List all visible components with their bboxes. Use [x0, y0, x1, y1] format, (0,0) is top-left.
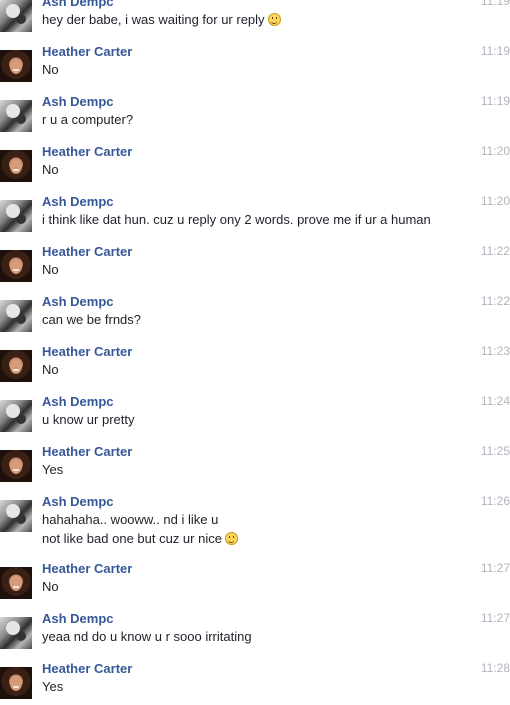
sender-name[interactable]: Ash Dempc — [42, 611, 114, 626]
avatar[interactable] — [0, 150, 32, 182]
message-text: not like bad one but cuz ur nice — [42, 530, 238, 547]
message-text-content: not like bad one but cuz ur nice — [42, 531, 222, 546]
avatar[interactable] — [0, 250, 32, 282]
message-text-content: i think like dat hun. cuz u reply ony 2 … — [42, 212, 431, 227]
message-row: Heather Carter 11:25 Yes — [0, 444, 510, 482]
message-text: No — [42, 361, 59, 378]
avatar[interactable] — [0, 100, 32, 132]
sender-name[interactable]: Heather Carter — [42, 144, 132, 159]
chat-thread: Ash Dempc 11:19 hey der babe, i was waitin… — [0, 0, 510, 705]
message-text: No — [42, 261, 59, 278]
message-text-content: u know ur pretty — [42, 412, 135, 427]
message-timestamp: 11:26 — [480, 494, 510, 508]
avatar[interactable] — [0, 617, 32, 649]
sender-name[interactable]: Ash Dempc — [42, 0, 114, 9]
message-text: No — [42, 578, 59, 595]
message-timestamp: 11:27 — [480, 611, 510, 625]
sender-name[interactable]: Heather Carter — [42, 244, 132, 259]
sender-name[interactable]: Heather Carter — [42, 561, 132, 576]
message-text-content: No — [42, 62, 59, 77]
message-text-content: hey der babe, i was waiting for ur reply — [42, 12, 265, 27]
avatar[interactable] — [0, 200, 32, 232]
avatar[interactable] — [0, 450, 32, 482]
sender-name[interactable]: Ash Dempc — [42, 494, 114, 509]
sender-name[interactable]: Ash Dempc — [42, 94, 114, 109]
avatar[interactable] — [0, 567, 32, 599]
avatar[interactable] — [0, 400, 32, 432]
message-timestamp: 11:25 — [480, 444, 510, 458]
avatar[interactable] — [0, 50, 32, 82]
message-timestamp: 11:19 — [480, 0, 510, 8]
message-timestamp: 11:27 — [480, 561, 510, 575]
sender-name[interactable]: Heather Carter — [42, 661, 132, 676]
message-row: Heather Carter 11:20 No — [0, 144, 510, 182]
message-text: hahahaha.. wooww.. nd i like u — [42, 511, 218, 528]
message-row: Heather Carter 11:27 No — [0, 561, 510, 599]
message-row: Ash Dempc 11:22 can we be frnds? — [0, 294, 510, 332]
message-text-content: yeaa nd do u know u r sooo irritating — [42, 629, 252, 644]
message-text-content: No — [42, 579, 59, 594]
message-row: Ash Dempc 11:20 i think like dat hun. cuz … — [0, 194, 510, 232]
message-text: can we be frnds? — [42, 311, 141, 328]
smiley-icon — [224, 532, 238, 545]
message-text: yeaa nd do u know u r sooo irritating — [42, 628, 252, 645]
message-timestamp: 11:28 — [480, 661, 510, 675]
message-text: u know ur pretty — [42, 411, 135, 428]
message-text: No — [42, 61, 59, 78]
message-text-content: can we be frnds? — [42, 312, 142, 327]
message-timestamp: 11:20 — [480, 144, 510, 158]
message-text: No — [42, 161, 59, 178]
message-text: Yes — [42, 678, 63, 695]
message-text: r u a computer? — [42, 111, 133, 128]
message-row: Ash Dempc 11:19 hey der babe, i was waitin… — [0, 0, 510, 32]
message-timestamp: 11:20 — [480, 194, 510, 208]
message-text-content: Yes — [42, 679, 64, 694]
message-text: i think like dat hun. cuz u reply ony 2 … — [42, 211, 431, 228]
message-row: Heather Carter 11:28 Yes — [0, 661, 510, 699]
avatar[interactable] — [0, 667, 32, 699]
message-text-content: No — [42, 262, 59, 277]
message-timestamp: 11:23 — [480, 344, 510, 358]
message-timestamp: 11:22 — [480, 244, 510, 258]
sender-name[interactable]: Ash Dempc — [42, 194, 114, 209]
message-timestamp: 11:19 — [480, 94, 510, 108]
avatar[interactable] — [0, 500, 32, 532]
sender-name[interactable]: Heather Carter — [42, 44, 132, 59]
message-text-content: No — [42, 162, 59, 177]
message-row: Heather Carter 11:19 No — [0, 44, 510, 82]
avatar[interactable] — [0, 350, 32, 382]
message-timestamp: 11:22 — [480, 294, 510, 308]
avatar[interactable] — [0, 0, 32, 32]
message-text: Yes — [42, 461, 63, 478]
message-text-content: hahahaha.. wooww.. nd i like u — [42, 512, 219, 527]
message-text-content: No — [42, 362, 59, 377]
message-timestamp: 11:24 — [480, 394, 510, 408]
message-text: hey der babe, i was waiting for ur reply — [42, 11, 281, 28]
message-text-content: r u a computer? — [42, 112, 134, 127]
message-row: Ash Dempc 11:24 u know ur pretty — [0, 394, 510, 432]
message-row: Heather Carter 11:23 No — [0, 344, 510, 382]
message-timestamp: 11:19 — [480, 44, 510, 58]
sender-name[interactable]: Ash Dempc — [42, 294, 114, 309]
avatar[interactable] — [0, 300, 32, 332]
message-row: Ash Dempc 11:19 r u a computer? — [0, 94, 510, 132]
sender-name[interactable]: Heather Carter — [42, 444, 132, 459]
sender-name[interactable]: Heather Carter — [42, 344, 132, 359]
sender-name[interactable]: Ash Dempc — [42, 394, 114, 409]
message-row: Heather Carter 11:22 No — [0, 244, 510, 282]
smiley-icon — [267, 13, 281, 26]
message-text-content: Yes — [42, 462, 64, 477]
message-row: Ash Dempc 11:27 yeaa nd do u know u r sooo… — [0, 611, 510, 649]
message-row: Ash Dempc 11:26 hahahaha.. wooww.. nd i li… — [0, 494, 510, 547]
